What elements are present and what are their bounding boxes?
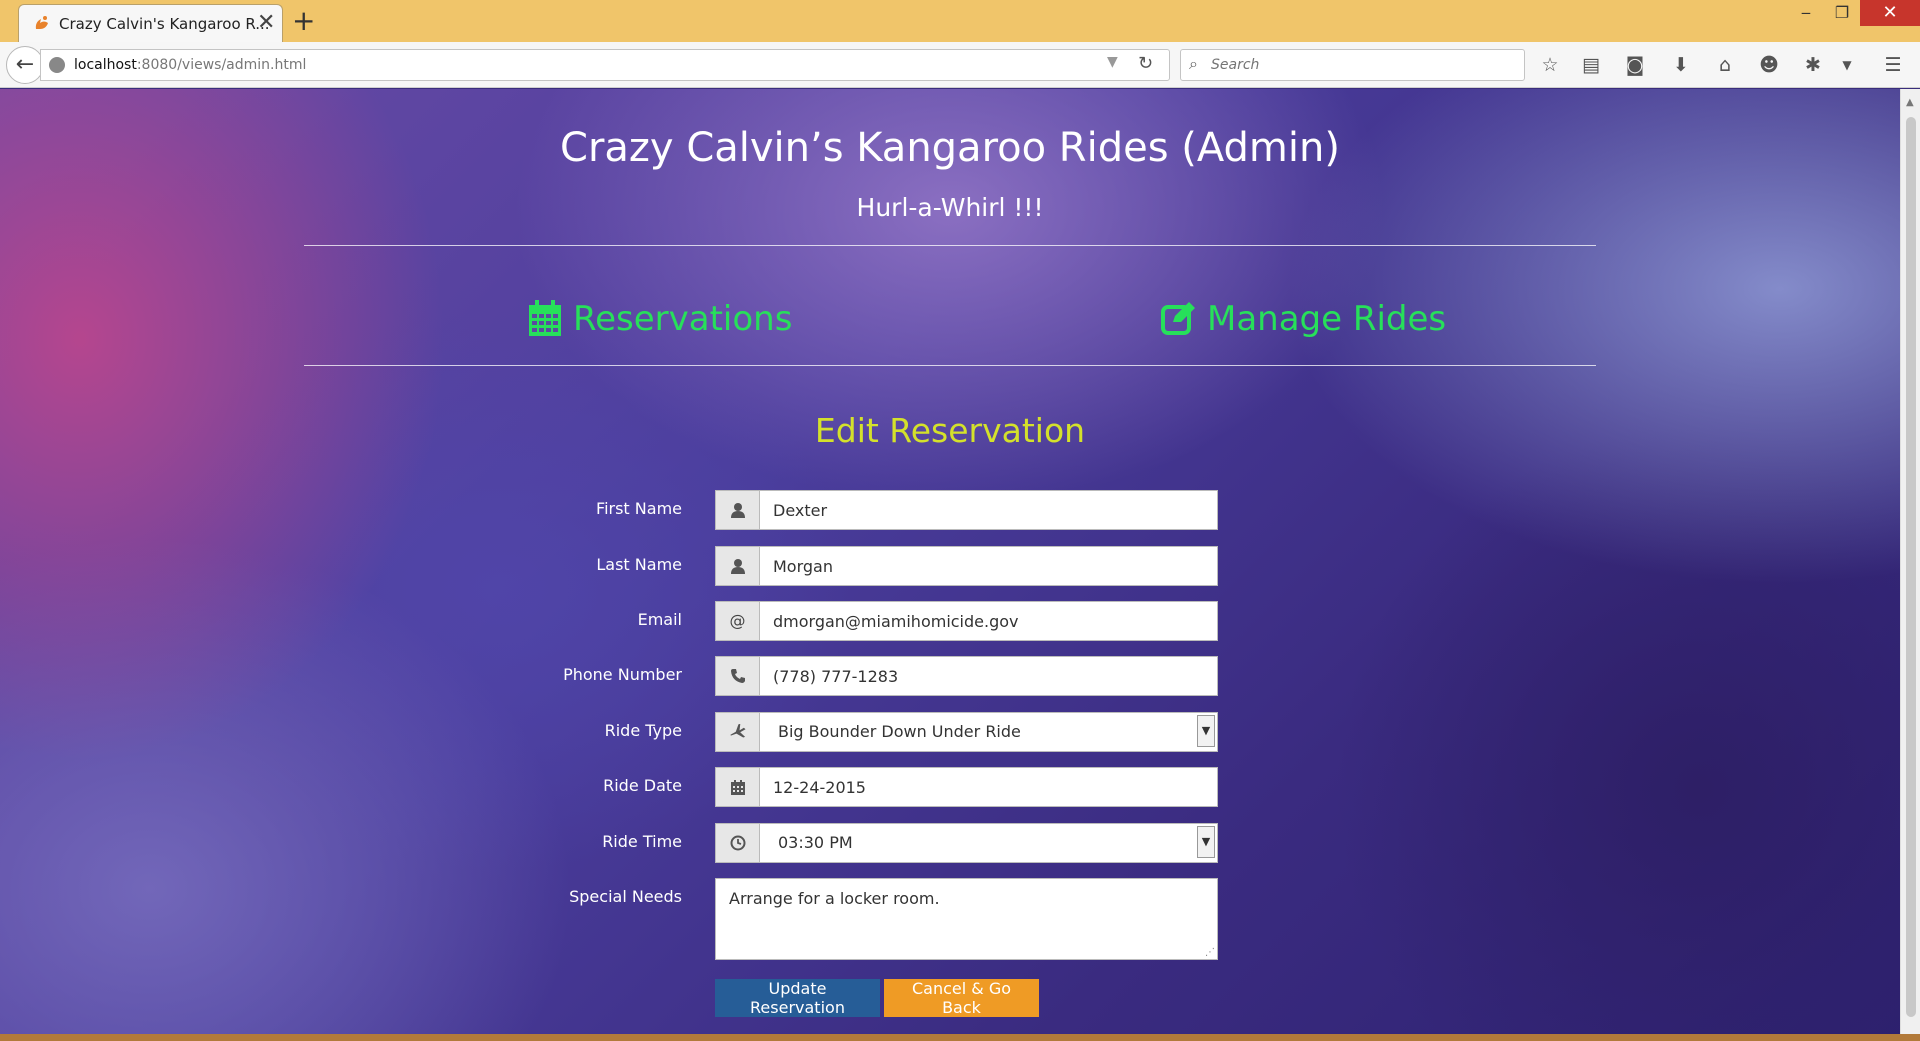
new-tab-button[interactable]: +	[292, 4, 315, 38]
first-name-label: First Name	[596, 499, 682, 518]
menu-icon[interactable]: ☰	[1880, 52, 1906, 78]
scrollbar-thumb[interactable]	[1906, 117, 1916, 1017]
user-icon	[715, 490, 760, 530]
back-arrow-icon: ←	[15, 52, 35, 77]
page-content: Crazy Calvin’s Kangaroo Rides (Admin) Hu…	[0, 89, 1900, 1034]
nav-reservations-label: Reservations	[573, 299, 793, 339]
ride-type-group: Big Bounder Down Under Ride ▼	[715, 712, 1218, 752]
search-bar[interactable]: ⌕	[1180, 49, 1525, 81]
calendar-small-icon	[715, 767, 760, 807]
dropdown-icon[interactable]: ▼	[1834, 52, 1860, 78]
last-name-input[interactable]	[759, 546, 1218, 586]
back-button[interactable]: ←	[6, 46, 44, 84]
nav-manage-rides-label: Manage Rides	[1207, 299, 1447, 339]
email-input[interactable]	[759, 601, 1218, 641]
page-scrollbar[interactable]: ▲	[1900, 89, 1920, 1034]
scroll-up-icon[interactable]: ▲	[1906, 97, 1914, 108]
at-sign-icon: @	[715, 601, 760, 641]
special-needs-textarea[interactable]: Arrange for a locker room.	[715, 878, 1218, 960]
special-needs-label: Special Needs	[569, 887, 682, 906]
update-reservation-button[interactable]: Update Reservation	[715, 979, 880, 1017]
url-bar[interactable]: localhost:8080/views/admin.html ▼ ↻	[40, 49, 1170, 81]
header-divider	[304, 245, 1596, 246]
nav-manage-rides-link[interactable]: Manage Rides	[1161, 299, 1446, 339]
ride-date-input[interactable]	[759, 767, 1218, 807]
firefox-favicon-icon	[35, 16, 48, 29]
page-title: Crazy Calvin’s Kangaroo Rides (Admin)	[560, 125, 1340, 171]
clock-icon	[715, 823, 760, 863]
phone-icon	[715, 656, 760, 696]
url-text: localhost:8080/views/admin.html	[74, 57, 307, 73]
extension-icon[interactable]: ✱	[1800, 52, 1826, 78]
tab-close-icon[interactable]: ✕	[257, 9, 275, 37]
star-icon[interactable]: ☆	[1537, 52, 1563, 78]
globe-icon	[49, 57, 65, 73]
calendar-icon	[529, 300, 561, 336]
os-taskbar	[0, 1034, 1920, 1041]
ride-time-select[interactable]: 03:30 PM	[759, 823, 1218, 863]
user-icon	[715, 546, 760, 586]
ride-date-group	[715, 767, 1218, 807]
browser-nav-bar: ← localhost:8080/views/admin.html ▼ ↻ ⌕ …	[0, 42, 1920, 88]
browser-tab-bar: Crazy Calvin's Kangaroo R... ✕ + ‒ ❐ ✕	[0, 0, 1920, 42]
pocket-icon[interactable]: ◙	[1622, 52, 1648, 78]
last-name-group	[715, 546, 1218, 586]
reading-list-icon[interactable]: ▤	[1578, 52, 1604, 78]
ride-date-label: Ride Date	[603, 776, 682, 795]
nav-reservations-link[interactable]: Reservations	[529, 299, 792, 339]
ride-type-select[interactable]: Big Bounder Down Under Ride	[759, 712, 1218, 752]
chevron-down-icon[interactable]: ▼	[1197, 826, 1215, 858]
window-close-button[interactable]: ✕	[1860, 0, 1920, 26]
phone-label: Phone Number	[563, 665, 682, 684]
download-icon[interactable]: ⬇	[1668, 52, 1694, 78]
tab-title: Crazy Calvin's Kangaroo R...	[59, 15, 270, 33]
url-history-dropdown-icon[interactable]: ▼	[1107, 54, 1118, 70]
email-group: @	[715, 601, 1218, 641]
window-maximize-button[interactable]: ❐	[1822, 0, 1862, 26]
nav-divider-left	[304, 365, 982, 366]
browser-tab[interactable]: Crazy Calvin's Kangaroo R... ✕	[18, 4, 283, 42]
form-title: Edit Reservation	[814, 411, 1086, 450]
chevron-down-icon[interactable]: ▼	[1197, 715, 1215, 747]
ride-type-label: Ride Type	[604, 721, 682, 740]
nav-divider-right	[982, 365, 1596, 366]
page-subtitle: Hurl-a-Whirl !!!	[856, 193, 1044, 222]
phone-input[interactable]	[759, 656, 1218, 696]
window-minimize-button[interactable]: ‒	[1786, 0, 1826, 26]
plane-icon	[715, 712, 760, 752]
phone-group	[715, 656, 1218, 696]
cancel-go-back-button[interactable]: Cancel & Go Back	[884, 979, 1039, 1017]
last-name-label: Last Name	[596, 555, 682, 574]
home-icon[interactable]: ⌂	[1712, 52, 1738, 78]
first-name-input[interactable]	[759, 490, 1218, 530]
reload-icon[interactable]: ↻	[1138, 53, 1153, 74]
first-name-group	[715, 490, 1218, 530]
resize-grip-icon[interactable]: ⋰	[1205, 947, 1215, 958]
smiley-icon[interactable]: ☻	[1756, 52, 1782, 78]
search-icon: ⌕	[1189, 54, 1198, 73]
edit-icon	[1161, 302, 1195, 335]
ride-time-group: 03:30 PM ▼	[715, 823, 1218, 863]
search-input[interactable]	[1211, 55, 1511, 75]
ride-time-label: Ride Time	[602, 832, 682, 851]
email-label: Email	[637, 610, 682, 629]
